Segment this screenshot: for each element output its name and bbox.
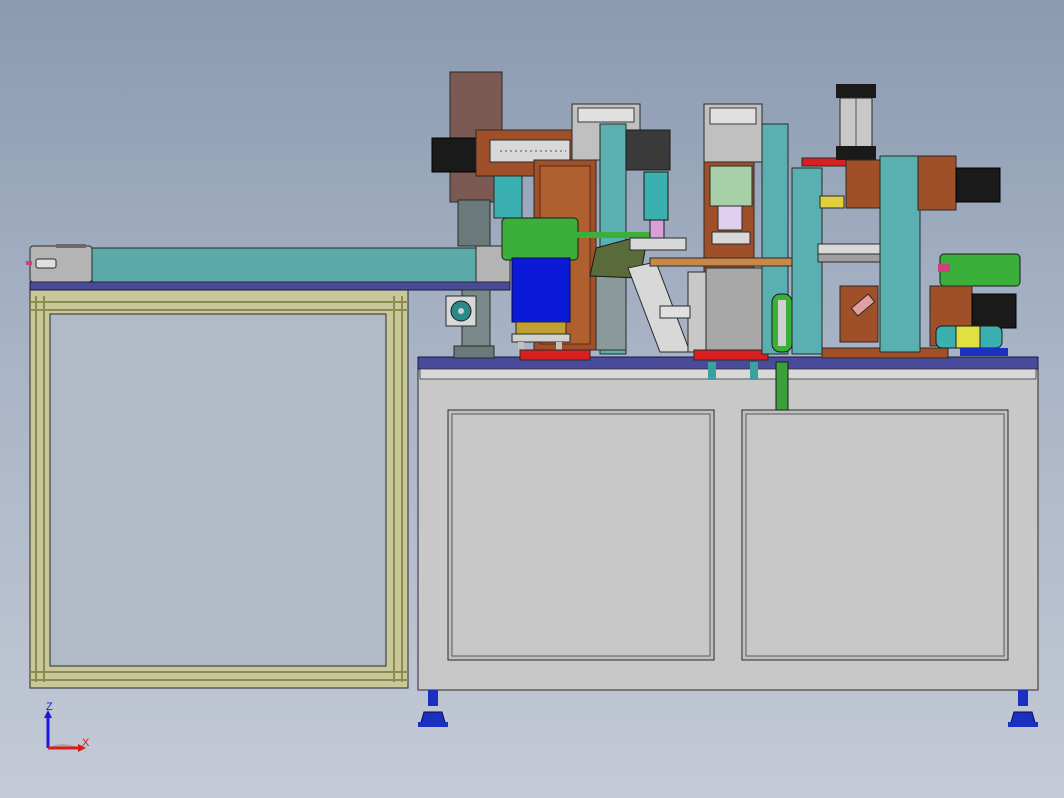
axis-triad: Z X <box>44 701 90 752</box>
x-axis-label: X <box>82 737 90 749</box>
pneumatic-cylinder-top <box>836 84 883 209</box>
z-axis-label: Z <box>46 701 53 713</box>
vibratory-bowl-right <box>929 253 1021 356</box>
drive-wheel <box>771 293 793 353</box>
conveyor-belt <box>26 244 511 283</box>
leveling-foot-left <box>418 690 448 727</box>
leveling-foot-right <box>1008 690 1038 727</box>
cad-viewport[interactable]: Z X <box>0 0 1064 798</box>
machine-cabinet <box>417 356 1039 691</box>
